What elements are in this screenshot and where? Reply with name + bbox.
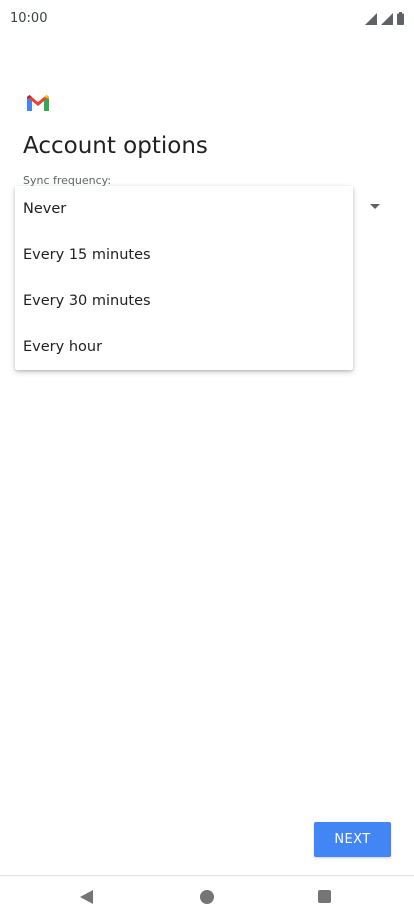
page-title: Account options bbox=[23, 133, 208, 159]
status-bar: 10:00 bbox=[0, 0, 414, 38]
navigation-bar bbox=[0, 875, 414, 921]
recents-icon[interactable] bbox=[318, 890, 331, 903]
menu-item-every-hour[interactable]: Every hour bbox=[15, 324, 353, 370]
status-icons bbox=[365, 12, 404, 25]
menu-item-never[interactable]: Never bbox=[15, 186, 353, 232]
dropdown-arrow-icon[interactable] bbox=[370, 204, 380, 209]
battery-icon bbox=[397, 12, 404, 25]
next-button[interactable]: NEXT bbox=[314, 822, 391, 857]
status-time: 10:00 bbox=[10, 11, 48, 26]
cellular-signal-icon bbox=[381, 12, 393, 25]
sync-frequency-dropdown-menu: Never Every 15 minutes Every 30 minutes … bbox=[15, 186, 353, 370]
gmail-logo-icon bbox=[27, 95, 49, 111]
cellular-signal-icon bbox=[365, 12, 377, 25]
home-icon[interactable] bbox=[200, 890, 214, 904]
menu-item-every-30-minutes[interactable]: Every 30 minutes bbox=[15, 278, 353, 324]
menu-item-every-15-minutes[interactable]: Every 15 minutes bbox=[15, 232, 353, 278]
back-icon[interactable] bbox=[80, 890, 93, 904]
